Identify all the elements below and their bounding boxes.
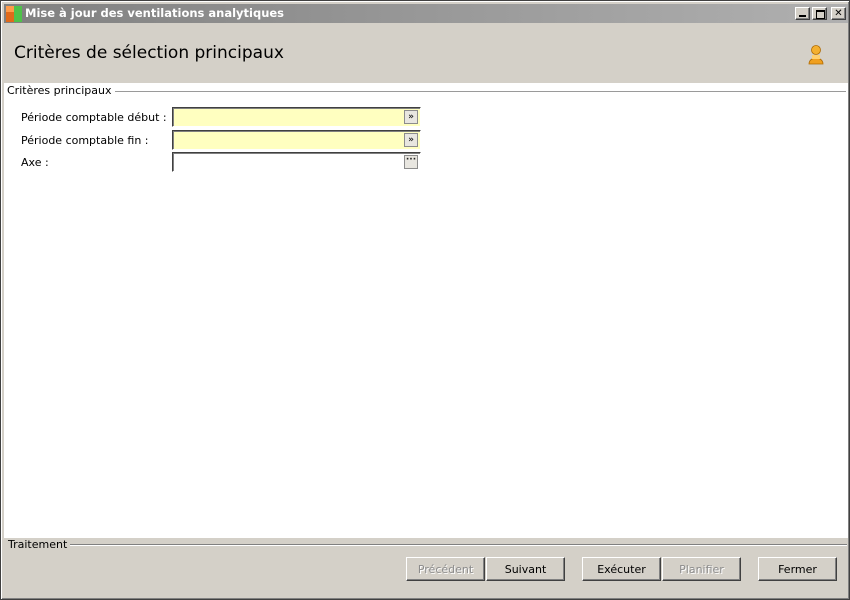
next-button[interactable]: Suivant — [486, 557, 565, 581]
page-title: Critères de sélection principaux — [14, 43, 284, 63]
page-header: Critères de sélection principaux — [4, 23, 848, 83]
ellipsis-icon[interactable]: ··· — [404, 155, 418, 169]
group-divider — [99, 91, 846, 92]
axis-lookup-field[interactable]: ··· — [172, 152, 421, 172]
criteria-group-label: Critères principaux — [7, 84, 116, 97]
treatment-divider — [61, 545, 847, 546]
close-icon: ✕ — [834, 8, 843, 19]
close-button[interactable]: Fermer — [758, 557, 837, 581]
minimize-button[interactable] — [795, 7, 810, 20]
user-icon[interactable] — [806, 44, 826, 66]
period-start-dropdown[interactable]: » — [172, 107, 421, 127]
close-window-button[interactable]: ✕ — [831, 7, 846, 20]
maximize-button[interactable] — [812, 7, 827, 20]
execute-button[interactable]: Exécuter — [582, 557, 661, 581]
schedule-button[interactable]: Planifier — [662, 557, 741, 581]
period-end-dropdown[interactable]: » — [172, 130, 421, 150]
treatment-group-label: Traitement — [8, 538, 71, 551]
app-icon — [6, 6, 22, 22]
criteria-panel: Critères principaux Période comptable dé… — [4, 83, 848, 538]
double-chevron-down-icon[interactable]: » — [404, 133, 418, 147]
previous-button[interactable]: Précédent — [406, 557, 485, 581]
double-chevron-down-icon[interactable]: » — [404, 110, 418, 124]
title-bar[interactable]: Mise à jour des ventilations analytiques… — [4, 4, 848, 23]
field-label-period-start: Période comptable début : — [21, 111, 167, 124]
field-label-period-end: Période comptable fin : — [21, 134, 149, 147]
main-window: Mise à jour des ventilations analytiques… — [0, 0, 850, 600]
window-title: Mise à jour des ventilations analytiques — [25, 6, 285, 20]
field-label-axis: Axe : — [21, 156, 49, 169]
